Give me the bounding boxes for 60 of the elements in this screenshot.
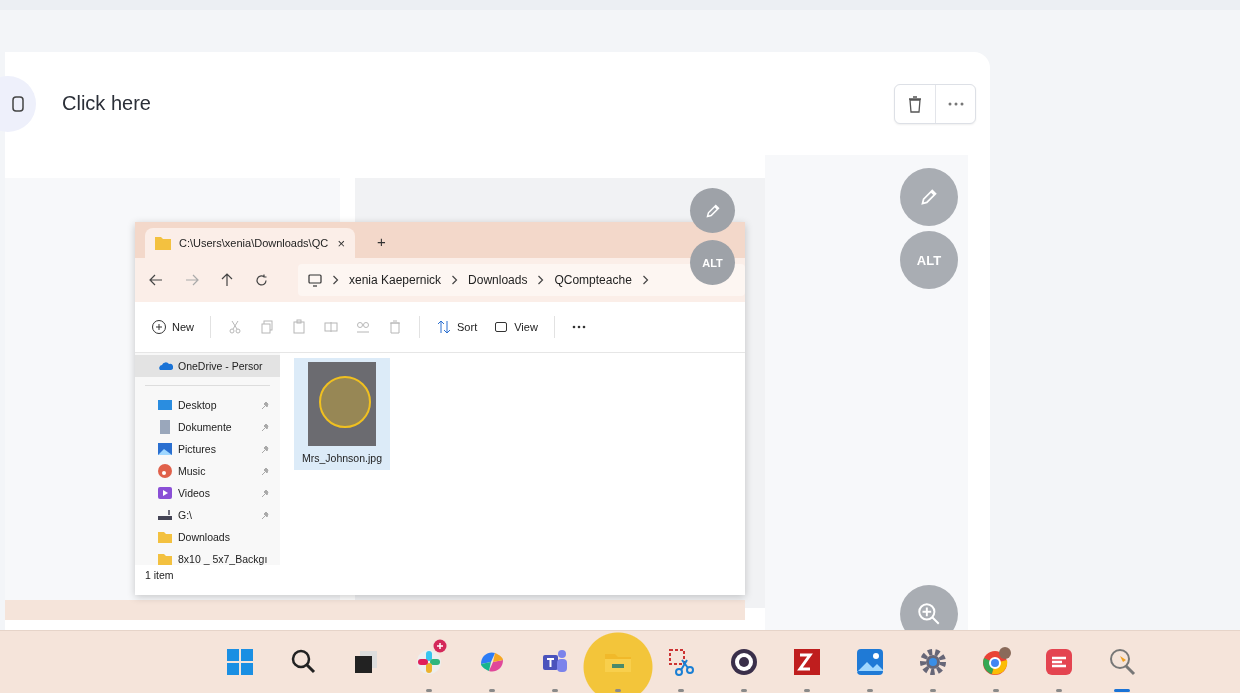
more-icon	[947, 101, 964, 106]
file-item[interactable]: Mrs_Johnson.jpg	[294, 358, 390, 470]
folder-icon	[155, 236, 171, 250]
toolbar-button[interactable]: Sort	[436, 319, 478, 335]
nav-item[interactable]: Pictures	[135, 438, 280, 460]
nav-item[interactable]: Downloads	[135, 526, 280, 548]
nav-item[interactable]: 8x10 _ 5x7_Backgı	[135, 548, 280, 570]
zigzag-app-icon	[791, 646, 823, 678]
rename-icon	[323, 319, 339, 335]
scissors-icon	[227, 319, 243, 335]
eye-app-icon	[728, 646, 760, 678]
breadcrumb-item[interactable]: Downloads	[468, 273, 528, 287]
share-icon	[355, 319, 371, 335]
landscape-icon	[854, 646, 886, 678]
zoom-button[interactable]	[900, 585, 958, 630]
toolbar-button[interactable]: View	[493, 319, 538, 335]
windows-logo-icon	[224, 646, 256, 678]
status-text: 1 item	[144, 568, 175, 583]
back-arrow-icon[interactable]	[149, 274, 163, 286]
nav-item[interactable]: Videos	[135, 482, 280, 504]
nav-item[interactable]: Desktop	[135, 394, 280, 416]
plus-circle-icon	[151, 319, 167, 335]
new-tab-button[interactable]: +	[377, 233, 386, 250]
zoom-in-icon	[916, 601, 942, 627]
document-icon	[157, 419, 173, 435]
nav-item[interactable]: Music	[135, 460, 280, 482]
chevron-right-icon	[451, 275, 459, 285]
browser-ball-icon	[980, 646, 1012, 678]
clipboard-icon	[291, 319, 307, 335]
breadcrumb-item[interactable]: xenia Kaepernick	[349, 273, 442, 287]
trash-icon	[907, 94, 923, 113]
close-tab-button[interactable]: ×	[337, 235, 345, 251]
view-icon	[493, 319, 510, 335]
sort-icon	[436, 319, 452, 335]
toolbar-button[interactable]: New	[151, 319, 194, 335]
chevron-right-icon	[641, 275, 649, 285]
forward-arrow-icon[interactable]	[185, 274, 199, 286]
stripes-app-icon	[1043, 646, 1075, 678]
drive-icon	[157, 507, 173, 523]
nav-item[interactable]: OneDrive - Persor	[135, 355, 280, 377]
copy-icon	[259, 319, 275, 335]
breadcrumb-item[interactable]: QCompteache	[554, 273, 632, 287]
picture-icon	[157, 441, 173, 457]
gear-icon	[917, 646, 949, 678]
video-icon	[157, 485, 173, 501]
explorer-tab[interactable]: C:\Users\xenia\Downloads\QC ×	[145, 228, 355, 258]
step-title: Click here	[62, 92, 151, 115]
music-icon	[157, 463, 173, 479]
chevron-right-icon	[537, 275, 545, 285]
nav-item[interactable]: Dokumente	[135, 416, 280, 438]
chevron-right-icon	[332, 275, 339, 285]
up-arrow-icon[interactable]	[221, 273, 233, 287]
folder-icon	[157, 551, 173, 567]
nav-item[interactable]: G:\	[135, 504, 280, 526]
square-icon	[12, 95, 24, 112]
desktop-icon	[157, 397, 173, 413]
refresh-icon[interactable]	[255, 273, 268, 287]
trash-icon	[387, 319, 403, 335]
monitor-icon	[308, 273, 322, 287]
folder-icon	[157, 529, 173, 545]
